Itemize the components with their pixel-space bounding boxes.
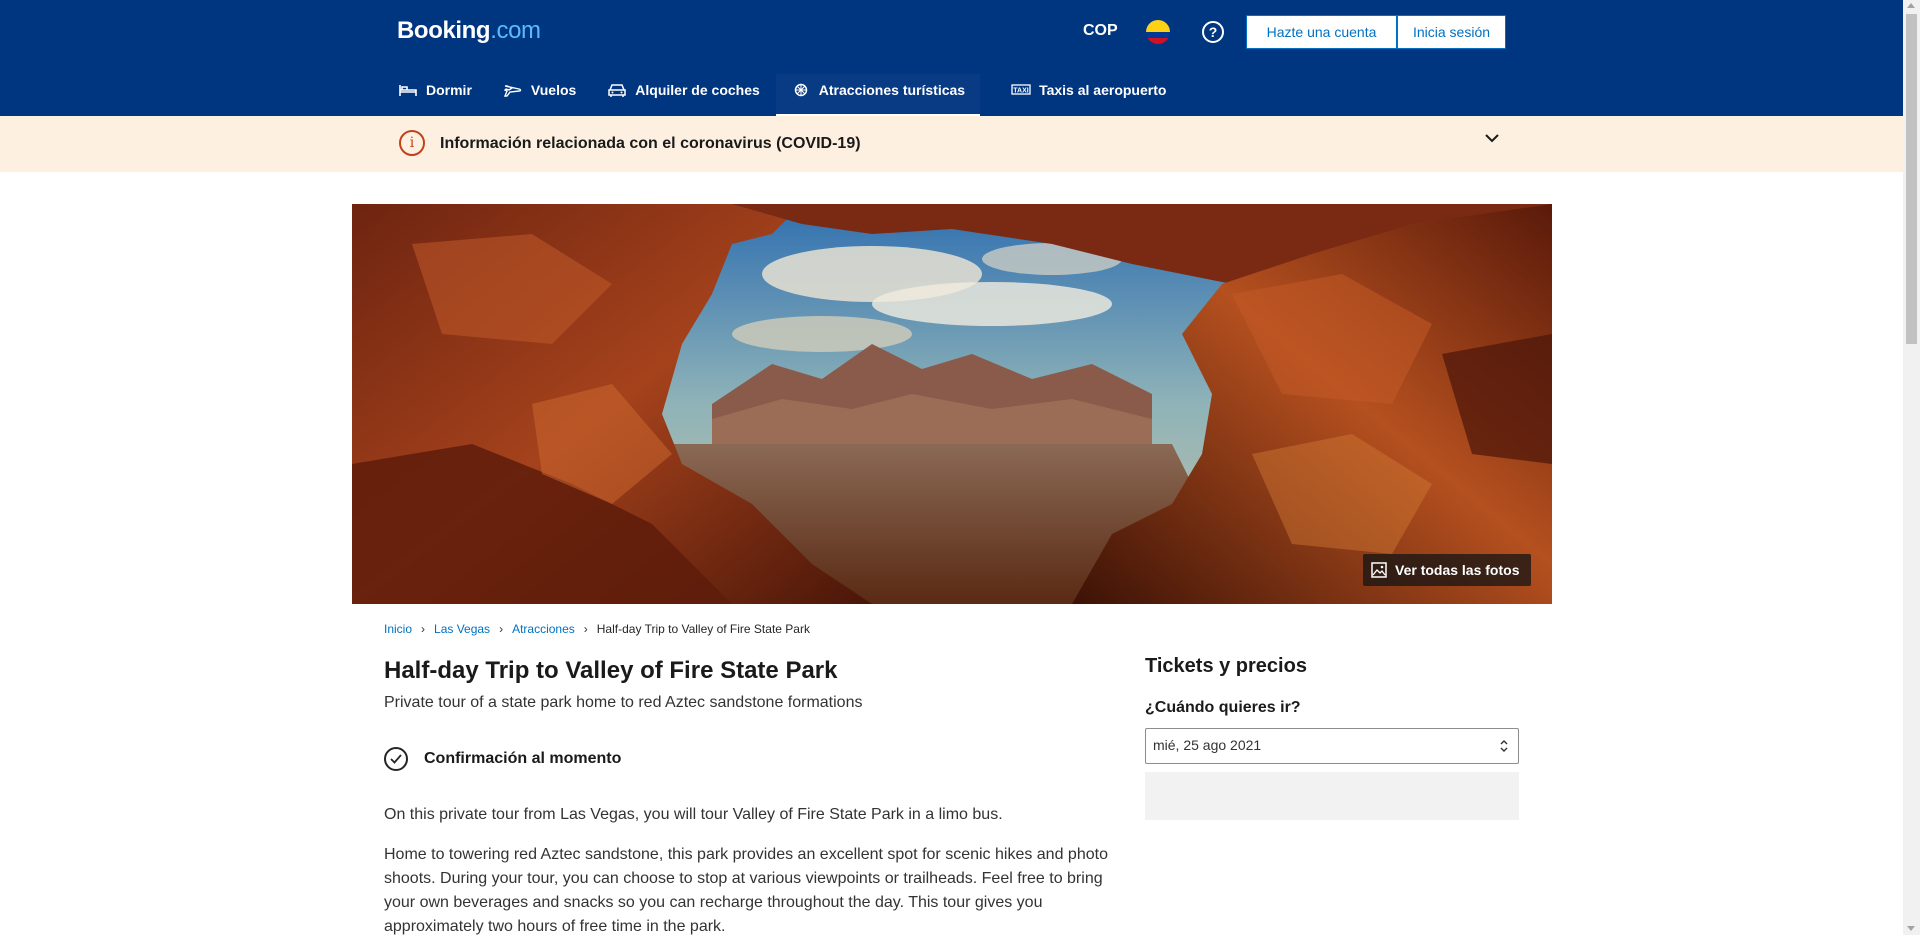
image-icon	[1371, 562, 1387, 578]
date-question-label: ¿Cuándo quieres ir?	[1145, 699, 1301, 716]
hero-image[interactable]	[352, 204, 1552, 604]
bed-icon	[399, 85, 417, 96]
login-button[interactable]: Inicia sesión	[1397, 15, 1506, 49]
nav-item-label: Vuelos	[530, 82, 577, 98]
chevron-right-icon: ›	[583, 622, 588, 636]
tickets-heading: Tickets y precios	[1145, 655, 1307, 677]
chevron-right-icon: ›	[499, 622, 504, 636]
view-all-photos-label: Ver todas las fotos	[1395, 562, 1520, 578]
help-icon[interactable]: ?	[1202, 21, 1224, 43]
checkmark-circle-icon	[384, 747, 408, 771]
instant-confirmation-label: Confirmación al momento	[424, 750, 622, 767]
main-nav: Dormir Vuelos Alquiler de coches Atracci…	[398, 74, 1197, 116]
info-icon: i	[399, 130, 425, 156]
breadcrumb-link-atracciones[interactable]: Atracciones	[512, 622, 575, 636]
view-all-photos-button[interactable]: Ver todas las fotos	[1363, 554, 1532, 586]
nav-item-atracciones[interactable]: Atracciones turísticas	[775, 74, 981, 116]
nav-item-taxis[interactable]: TAXI Taxis al aeropuerto	[1011, 74, 1166, 108]
breadcrumb-current: Half-day Trip to Valley of Fire State Pa…	[596, 622, 810, 636]
breadcrumb-link-inicio[interactable]: Inicio	[384, 622, 412, 636]
attractions-icon	[794, 83, 808, 97]
date-select[interactable]: mié, 25 ago 2021	[1145, 728, 1519, 764]
up-down-arrows-icon	[1500, 740, 1508, 752]
instant-confirmation: Confirmación al momento	[384, 747, 621, 771]
plane-icon	[503, 85, 522, 97]
booking-logo[interactable]: Booking.com	[397, 17, 541, 45]
valley-of-fire-photo	[352, 204, 1552, 604]
scroll-down-arrow-icon[interactable]	[1907, 926, 1915, 931]
nav-item-coches[interactable]: Alquiler de coches	[607, 74, 760, 108]
scrollbar-thumb[interactable]	[1906, 14, 1917, 344]
car-icon	[608, 84, 627, 97]
nav-item-label: Dormir	[426, 82, 472, 98]
description-paragraph: Home to towering red Aztec sandstone, th…	[384, 846, 1108, 935]
nav-item-label: Taxis al aeropuerto	[1039, 82, 1167, 98]
chevron-down-icon[interactable]	[1485, 134, 1499, 143]
chevron-right-icon: ›	[421, 622, 426, 636]
top-header: Booking.com COP ? Hazte una cuenta Inici…	[0, 0, 1903, 116]
date-select-value: mié, 25 ago 2021	[1153, 737, 1262, 753]
scroll-up-arrow-icon[interactable]	[1907, 3, 1915, 8]
page-title: Half-day Trip to Valley of Fire State Pa…	[384, 657, 838, 684]
nav-item-label: Alquiler de coches	[635, 82, 760, 98]
nav-item-dormir[interactable]: Dormir	[398, 74, 472, 108]
taxi-icon: TAXI	[1011, 84, 1031, 95]
breadcrumb: Inicio › Las Vegas › Atracciones › Half-…	[384, 622, 810, 636]
breadcrumb-link-las-vegas[interactable]: Las Vegas	[434, 622, 490, 636]
description-paragraph: On this private tour from Las Vegas, you…	[384, 806, 1003, 823]
covid-banner-text: Información relacionada con el coronavir…	[440, 135, 861, 152]
svg-text:TAXI: TAXI	[1013, 88, 1028, 95]
page-subtitle: Private tour of a state park home to red…	[384, 694, 863, 711]
register-button[interactable]: Hazte una cuenta	[1246, 15, 1397, 49]
colombia-flag-icon[interactable]	[1146, 20, 1170, 44]
currency-selector[interactable]: COP	[1083, 22, 1118, 40]
covid-banner[interactable]: i Información relacionada con el coronav…	[0, 116, 1903, 172]
tickets-loading-placeholder	[1145, 772, 1519, 820]
nav-item-vuelos[interactable]: Vuelos	[503, 74, 576, 108]
nav-item-label: Atracciones turísticas	[818, 82, 966, 98]
